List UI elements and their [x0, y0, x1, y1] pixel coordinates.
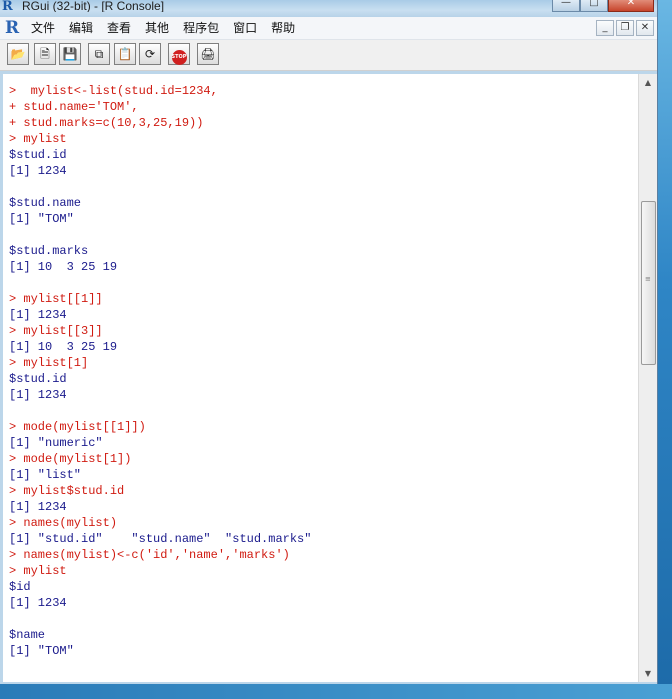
r-console-icon[interactable]: R: [5, 18, 19, 38]
desktop-background: [657, 0, 672, 699]
menu-packages[interactable]: 程序包: [183, 21, 219, 35]
menu-items: 文件 编辑 查看 其他 程序包 窗口 帮助: [31, 21, 309, 35]
child-restore-button[interactable]: ❐: [616, 20, 634, 36]
copy-icon[interactable]: ⧉: [88, 43, 110, 65]
console-output-line: [1] "list": [9, 468, 82, 482]
console-output-line: $stud.id: [9, 372, 67, 386]
rgui-window: R RGui (32-bit) - [R Console] — □ ✕ R 文件…: [0, 0, 658, 684]
menu-misc[interactable]: 其他: [145, 21, 169, 35]
maximize-button[interactable]: □: [580, 0, 608, 12]
window-title: RGui (32-bit) - [R Console]: [22, 0, 165, 12]
console-output-line: [1] 1234: [9, 164, 67, 178]
vertical-scrollbar[interactable]: ▲ ≡ ▼: [638, 74, 657, 682]
paste-icon[interactable]: 📋: [114, 43, 136, 65]
console-output-line: [1] 10 3 25 19: [9, 260, 118, 274]
print-icon[interactable]: 🖨: [197, 43, 219, 65]
console-input-line: > names(mylist): [9, 516, 118, 530]
menu-bar: R 文件 编辑 查看 其他 程序包 窗口 帮助 _ ❐ ✕: [0, 17, 657, 40]
console-output[interactable]: > mylist<-list(stud.id=1234, + stud.name=…: [3, 74, 638, 682]
console-input-line: > mode(mylist[[1]]): [9, 420, 146, 434]
console-output-line: $stud.name: [9, 196, 82, 210]
console-input-line: > mylist$stud.id: [9, 484, 125, 498]
console-output-line: [1] "stud.id" "stud.name" "stud.marks": [9, 532, 312, 546]
child-close-button[interactable]: ✕: [636, 20, 654, 36]
console-input-line: > mylist[[3]]: [9, 324, 103, 338]
console-input-line: > mylist[1]: [9, 356, 89, 370]
console-input-line: + stud.marks=c(10,3,25,19)): [9, 116, 204, 130]
scrollbar-thumb[interactable]: ≡: [641, 201, 656, 365]
console-output-line: $id: [9, 580, 31, 594]
scroll-down-arrow-icon[interactable]: ▼: [639, 665, 657, 682]
desktop-background-bottom: [0, 684, 672, 699]
minimize-button[interactable]: —: [552, 0, 580, 12]
console-input-line: > mylist<-list(stud.id=1234,: [9, 84, 218, 98]
title-bar[interactable]: R RGui (32-bit) - [R Console] — □ ✕: [0, 0, 657, 17]
menu-file[interactable]: 文件: [31, 21, 55, 35]
scroll-up-arrow-icon[interactable]: ▲: [639, 74, 657, 91]
close-button[interactable]: ✕: [608, 0, 654, 12]
console-input-line: > mylist[[1]]: [9, 292, 103, 306]
console-output-line: [1] 1234: [9, 308, 67, 322]
menu-view[interactable]: 查看: [107, 21, 131, 35]
console-input-line: + stud.name='TOM',: [9, 100, 139, 114]
console-input-line: > mylist: [9, 564, 67, 578]
r-app-icon[interactable]: R: [2, 0, 16, 14]
open-script-icon[interactable]: 📂: [7, 43, 29, 65]
toolbar: 📂 🗎 💾 ⧉ 📋 ⟳ STOP 🖨: [0, 40, 657, 71]
stop-icon[interactable]: STOP: [168, 43, 190, 65]
load-workspace-icon[interactable]: 🗎: [34, 43, 56, 65]
console-output-line: $stud.marks: [9, 244, 89, 258]
console-input-line: > mode(mylist[1]): [9, 452, 132, 466]
console-output-line: [1] "numeric": [9, 436, 103, 450]
save-workspace-icon[interactable]: 💾: [59, 43, 81, 65]
child-window-controls: _ ❐ ✕: [594, 20, 654, 36]
console-output-line: [1] 1234: [9, 500, 67, 514]
window-controls: — □ ✕: [552, 0, 654, 12]
menu-help[interactable]: 帮助: [271, 21, 295, 35]
console-output-line: [1] 1234: [9, 596, 67, 610]
console-output-line: $name: [9, 628, 46, 642]
menu-edit[interactable]: 编辑: [69, 21, 93, 35]
console-output-line: $stud.id: [9, 148, 67, 162]
console-output-line: [1] "TOM": [9, 644, 74, 658]
menu-windows[interactable]: 窗口: [233, 21, 257, 35]
grip-icon: ≡: [645, 275, 651, 283]
console-output-line: [1] 1234: [9, 388, 67, 402]
console-input-line: > mylist: [9, 132, 67, 146]
copy-paste-icon[interactable]: ⟳: [139, 43, 161, 65]
console-input-line: > names(mylist)<-c('id','name','marks'): [9, 548, 290, 562]
child-minimize-button[interactable]: _: [596, 20, 614, 36]
console-output-line: [1] "TOM": [9, 212, 74, 226]
console-output-line: [1] 10 3 25 19: [9, 340, 118, 354]
